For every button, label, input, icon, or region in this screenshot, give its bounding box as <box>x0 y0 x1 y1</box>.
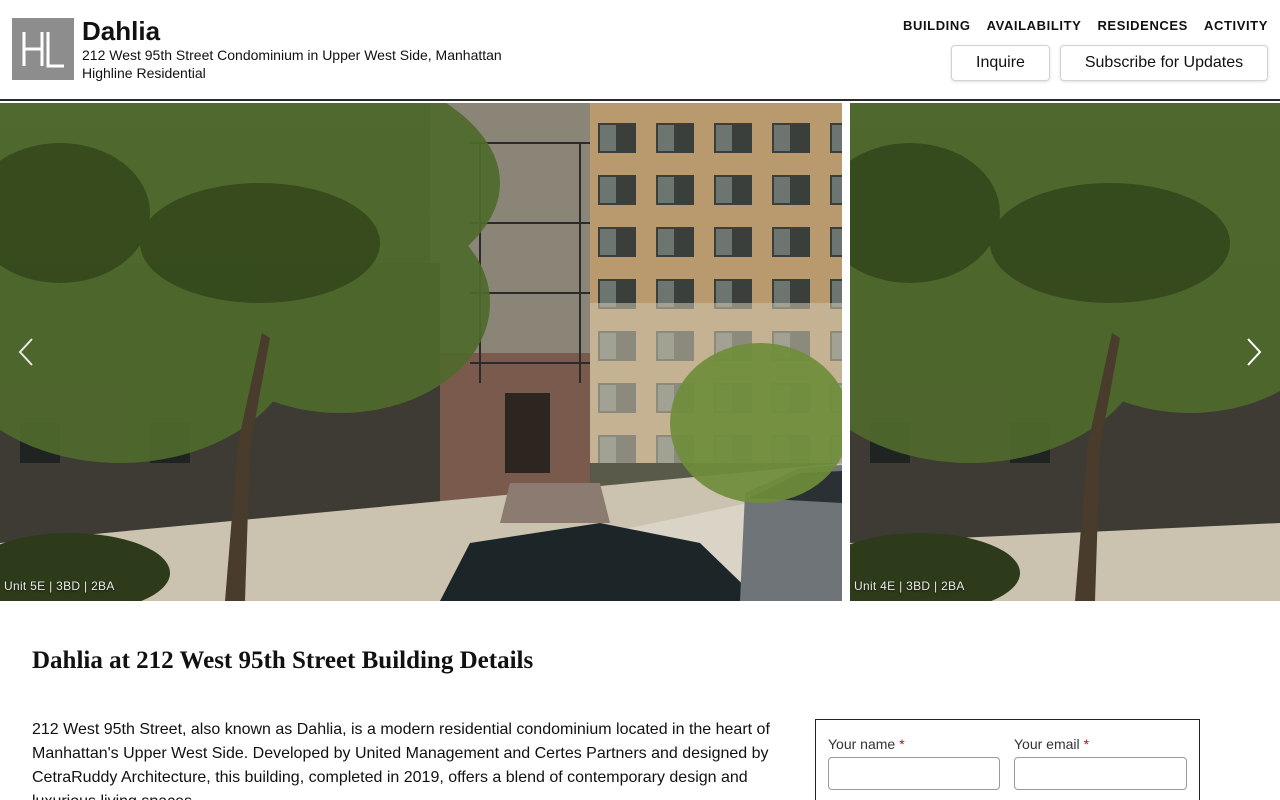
inquiry-form: Your name * Your email * <box>815 719 1200 800</box>
site-header: Dahlia 212 West 95th Street Condominium … <box>0 0 1280 101</box>
next-arrow-icon[interactable] <box>1238 335 1268 369</box>
email-label-text: Your email <box>1014 736 1080 752</box>
nav-residences[interactable]: RESIDENCES <box>1097 18 1188 34</box>
name-label-text: Your name <box>828 736 896 752</box>
slide-caption: Unit 5E | 3BD | 2BA <box>4 579 115 593</box>
logo[interactable] <box>12 18 74 80</box>
building-photo <box>0 103 842 601</box>
photo-gallery: Unit 5E | 3BD | 2BA Unit 4E | 3BD | 2BA <box>0 103 1280 601</box>
email-field[interactable] <box>1014 757 1187 790</box>
gallery-slide[interactable]: Unit 4E | 3BD | 2BA <box>850 103 1280 601</box>
email-label: Your email * <box>1014 736 1089 752</box>
logo-mark-icon <box>22 32 64 68</box>
slide-caption: Unit 4E | 3BD | 2BA <box>854 579 965 593</box>
previous-arrow-icon[interactable] <box>12 335 42 369</box>
building-description: 212 West 95th Street, also known as Dahl… <box>32 721 770 800</box>
building-address: 212 West 95th Street Condominium in Uppe… <box>82 47 502 63</box>
gallery-slide[interactable]: Unit 5E | 3BD | 2BA <box>0 103 842 601</box>
building-details-heading: Dahlia at 212 West 95th Street Building … <box>32 647 534 674</box>
main-nav: BUILDING AVAILABILITY RESIDENCES ACTIVIT… <box>903 18 1268 34</box>
required-mark: * <box>899 736 905 752</box>
building-title: Dahlia <box>82 16 161 46</box>
required-mark: * <box>1083 736 1090 752</box>
developer-name: Highline Residential <box>82 65 206 81</box>
nav-availability[interactable]: AVAILABILITY <box>987 18 1082 34</box>
name-label: Your name * <box>828 736 905 752</box>
nav-activity[interactable]: ACTIVITY <box>1204 18 1268 34</box>
inquire-button[interactable]: Inquire <box>951 45 1050 81</box>
nav-building[interactable]: BUILDING <box>903 18 971 34</box>
subscribe-button[interactable]: Subscribe for Updates <box>1060 45 1268 81</box>
name-field[interactable] <box>828 757 1000 790</box>
building-photo <box>850 103 1280 601</box>
